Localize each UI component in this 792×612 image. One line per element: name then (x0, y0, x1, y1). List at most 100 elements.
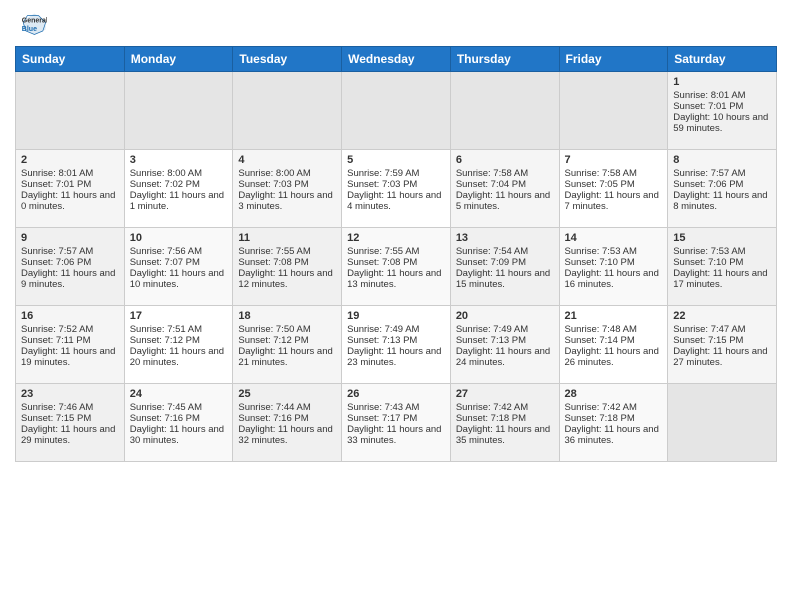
day-number: 10 (130, 232, 228, 244)
sunset-text: Sunset: 7:09 PM (456, 257, 554, 268)
logo: General Blue (15, 10, 49, 38)
sunrise-text: Sunrise: 7:45 AM (130, 402, 228, 413)
day-number: 9 (21, 232, 119, 244)
day-number: 28 (565, 388, 663, 400)
day-header-wednesday: Wednesday (342, 47, 451, 72)
sunset-text: Sunset: 7:18 PM (565, 413, 663, 424)
sunrise-text: Sunrise: 8:01 AM (673, 90, 771, 101)
day-header-saturday: Saturday (668, 47, 777, 72)
day-number: 23 (21, 388, 119, 400)
sunrise-text: Sunrise: 7:54 AM (456, 246, 554, 257)
day-number: 24 (130, 388, 228, 400)
daylight-text: Daylight: 11 hours and 15 minutes. (456, 268, 554, 290)
calendar-container: General Blue SundayMondayTuesdayWednesda… (0, 0, 792, 472)
sunset-text: Sunset: 7:02 PM (130, 179, 228, 190)
calendar-cell (450, 72, 559, 150)
day-number: 6 (456, 154, 554, 166)
header-row-days: SundayMondayTuesdayWednesdayThursdayFrid… (16, 47, 777, 72)
day-header-friday: Friday (559, 47, 668, 72)
sunrise-text: Sunrise: 7:52 AM (21, 324, 119, 335)
sunrise-text: Sunrise: 8:00 AM (130, 168, 228, 179)
day-number: 18 (238, 310, 336, 322)
calendar-cell: 25Sunrise: 7:44 AMSunset: 7:16 PMDayligh… (233, 384, 342, 462)
day-number: 13 (456, 232, 554, 244)
sunrise-text: Sunrise: 7:47 AM (673, 324, 771, 335)
calendar-cell: 11 Sunrise: 7:55 AMSunset: 7:08 PMDayligh… (233, 228, 342, 306)
sunrise-text: Sunrise: 7:58 AM (565, 168, 663, 179)
sunset-text: Sunset: 7:17 PM (347, 413, 445, 424)
calendar-cell: 24Sunrise: 7:45 AMSunset: 7:16 PMDayligh… (124, 384, 233, 462)
sunrise-text: Sunrise: 7:42 AM (456, 402, 554, 413)
week-row-3: 9Sunrise: 7:57 AMSunset: 7:06 PMDaylight… (16, 228, 777, 306)
calendar-cell: 3Sunrise: 8:00 AMSunset: 7:02 PMDaylight… (124, 150, 233, 228)
day-number: 11 (238, 232, 336, 244)
sunrise-text: Sunrise: 7:42 AM (565, 402, 663, 413)
daylight-text: Daylight: 11 hours and 5 minutes. (456, 190, 554, 212)
calendar-cell: 22Sunrise: 7:47 AMSunset: 7:15 PMDayligh… (668, 306, 777, 384)
daylight-text: Daylight: 11 hours and 7 minutes. (565, 190, 663, 212)
sunset-text: Sunset: 7:01 PM (21, 179, 119, 190)
calendar-cell: 17Sunrise: 7:51 AMSunset: 7:12 PMDayligh… (124, 306, 233, 384)
sunrise-text: Sunrise: 7:46 AM (21, 402, 119, 413)
calendar-cell: 28Sunrise: 7:42 AMSunset: 7:18 PMDayligh… (559, 384, 668, 462)
week-row-4: 16Sunrise: 7:52 AMSunset: 7:11 PMDayligh… (16, 306, 777, 384)
daylight-text: Daylight: 11 hours and 13 minutes. (347, 268, 445, 290)
sunrise-text: Sunrise: 7:57 AM (21, 246, 119, 257)
daylight-text: Daylight: 11 hours and 32 minutes. (238, 424, 336, 446)
calendar-cell: 1Sunrise: 8:01 AMSunset: 7:01 PMDaylight… (668, 72, 777, 150)
daylight-text: Daylight: 11 hours and 12 minutes. (238, 268, 336, 290)
calendar-cell: 19Sunrise: 7:49 AMSunset: 7:13 PMDayligh… (342, 306, 451, 384)
sunrise-text: Sunrise: 7:59 AM (347, 168, 445, 179)
calendar-cell: 23Sunrise: 7:46 AMSunset: 7:15 PMDayligh… (16, 384, 125, 462)
daylight-text: Daylight: 11 hours and 23 minutes. (347, 346, 445, 368)
calendar-cell (16, 72, 125, 150)
day-number: 21 (565, 310, 663, 322)
calendar-cell (668, 384, 777, 462)
sunset-text: Sunset: 7:01 PM (673, 101, 771, 112)
daylight-text: Daylight: 11 hours and 35 minutes. (456, 424, 554, 446)
daylight-text: Daylight: 11 hours and 3 minutes. (238, 190, 336, 212)
sunrise-text: Sunrise: 7:43 AM (347, 402, 445, 413)
sunrise-text: Sunrise: 7:55 AM (238, 246, 336, 257)
calendar-cell: 6Sunrise: 7:58 AMSunset: 7:04 PMDaylight… (450, 150, 559, 228)
day-number: 12 (347, 232, 445, 244)
day-number: 14 (565, 232, 663, 244)
sunset-text: Sunset: 7:11 PM (21, 335, 119, 346)
calendar-cell (559, 72, 668, 150)
calendar-cell: 26Sunrise: 7:43 AMSunset: 7:17 PMDayligh… (342, 384, 451, 462)
sunrise-text: Sunrise: 7:51 AM (130, 324, 228, 335)
calendar-cell: 8Sunrise: 7:57 AMSunset: 7:06 PMDaylight… (668, 150, 777, 228)
calendar-cell: 18Sunrise: 7:50 AMSunset: 7:12 PMDayligh… (233, 306, 342, 384)
sunset-text: Sunset: 7:10 PM (673, 257, 771, 268)
calendar-cell: 9Sunrise: 7:57 AMSunset: 7:06 PMDaylight… (16, 228, 125, 306)
sunrise-text: Sunrise: 7:58 AM (456, 168, 554, 179)
sunset-text: Sunset: 7:03 PM (238, 179, 336, 190)
daylight-text: Daylight: 11 hours and 19 minutes. (21, 346, 119, 368)
header-row: General Blue (15, 10, 777, 38)
calendar-cell: 12Sunrise: 7:55 AMSunset: 7:08 PMDayligh… (342, 228, 451, 306)
day-number: 8 (673, 154, 771, 166)
calendar-cell: 10Sunrise: 7:56 AMSunset: 7:07 PMDayligh… (124, 228, 233, 306)
calendar-cell: 27Sunrise: 7:42 AMSunset: 7:18 PMDayligh… (450, 384, 559, 462)
calendar-cell (342, 72, 451, 150)
sunrise-text: Sunrise: 7:55 AM (347, 246, 445, 257)
sunset-text: Sunset: 7:08 PM (238, 257, 336, 268)
daylight-text: Daylight: 11 hours and 0 minutes. (21, 190, 119, 212)
daylight-text: Daylight: 11 hours and 27 minutes. (673, 346, 771, 368)
sunrise-text: Sunrise: 7:49 AM (456, 324, 554, 335)
day-number: 3 (130, 154, 228, 166)
sunset-text: Sunset: 7:05 PM (565, 179, 663, 190)
sunset-text: Sunset: 7:12 PM (130, 335, 228, 346)
daylight-text: Daylight: 11 hours and 29 minutes. (21, 424, 119, 446)
day-number: 27 (456, 388, 554, 400)
day-number: 19 (347, 310, 445, 322)
sunset-text: Sunset: 7:06 PM (673, 179, 771, 190)
day-header-monday: Monday (124, 47, 233, 72)
day-number: 17 (130, 310, 228, 322)
day-header-tuesday: Tuesday (233, 47, 342, 72)
calendar-cell: 4Sunrise: 8:00 AMSunset: 7:03 PMDaylight… (233, 150, 342, 228)
sunrise-text: Sunrise: 8:00 AM (238, 168, 336, 179)
logo-icon: General Blue (19, 10, 47, 38)
sunrise-text: Sunrise: 7:44 AM (238, 402, 336, 413)
sunset-text: Sunset: 7:16 PM (130, 413, 228, 424)
